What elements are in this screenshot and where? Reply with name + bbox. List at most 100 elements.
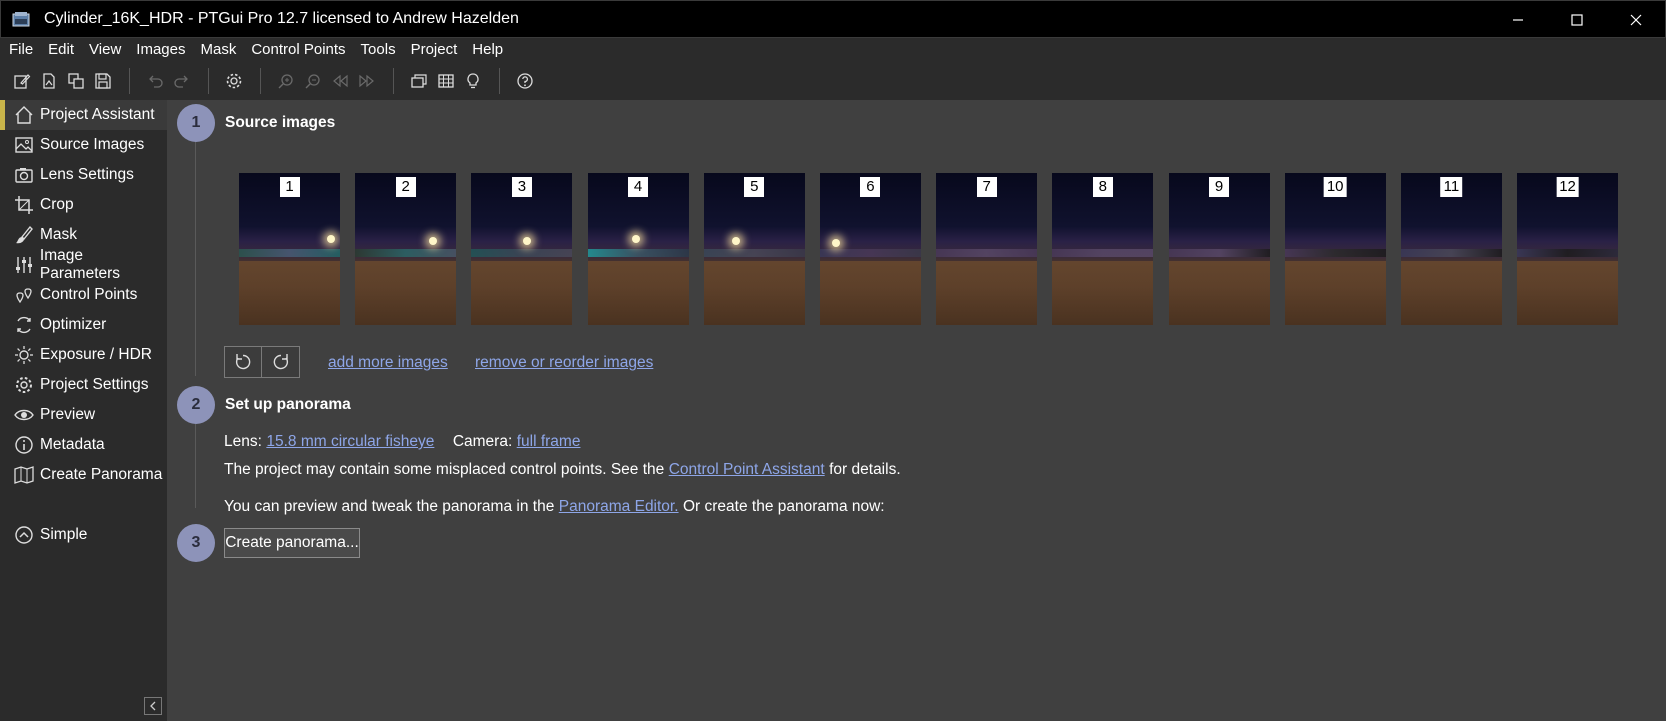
camera-label: Camera:: [452, 433, 513, 450]
menu-control-points[interactable]: Control Points: [251, 38, 345, 62]
create-panorama-button[interactable]: Create panorama...: [224, 528, 360, 558]
menu-project[interactable]: Project: [411, 38, 458, 62]
remove-reorder-images-link[interactable]: remove or reorder images: [475, 354, 653, 372]
add-more-images-link[interactable]: add more images: [328, 354, 448, 372]
sidebar-item-mask[interactable]: Mask: [0, 220, 167, 250]
pe-message-text: You can preview and tweak the panorama i…: [224, 498, 555, 515]
undo-button[interactable]: [142, 68, 168, 94]
menu-mask[interactable]: Mask: [200, 38, 236, 62]
settings-button[interactable]: [221, 68, 247, 94]
image-number: 2: [395, 177, 416, 197]
lens-link[interactable]: 15.8 mm circular fisheye: [266, 433, 434, 450]
thumbnail-light: [327, 235, 335, 243]
sidebar-item-label: Simple: [40, 526, 88, 543]
thumbnail-ground: [239, 261, 340, 325]
step-3-marker: 3: [177, 524, 215, 562]
new-project-button[interactable]: [9, 68, 35, 94]
zoom-out-button[interactable]: [300, 68, 326, 94]
zoom-in-icon: [278, 74, 293, 89]
sidebar-item-label: Crop: [40, 196, 74, 213]
sidebar-item-lens-settings[interactable]: Lens Settings: [0, 160, 167, 190]
menu-view[interactable]: View: [89, 38, 121, 62]
sidebar-item-crop[interactable]: Crop: [0, 190, 167, 220]
close-button[interactable]: [1606, 1, 1665, 39]
maximize-icon: [1570, 14, 1583, 26]
previous-button[interactable]: [327, 68, 353, 94]
thumbnail-light: [523, 237, 532, 245]
brush-icon: [13, 225, 35, 245]
rotate-right-button[interactable]: [262, 346, 300, 378]
panorama-editor-link[interactable]: Panorama Editor.: [559, 498, 679, 515]
new-project-icon: [14, 74, 31, 89]
sliders-icon: [13, 255, 35, 275]
image-number: 6: [860, 177, 881, 197]
thumbnail-ground: [1400, 261, 1502, 325]
menu-edit[interactable]: Edit: [48, 38, 74, 62]
redo-button[interactable]: [169, 68, 195, 94]
cp-message-suffix: for details.: [829, 461, 901, 478]
close-icon: [1630, 14, 1641, 26]
image-thumbnail[interactable]: 4: [587, 173, 689, 325]
zoom-in-button[interactable]: [273, 68, 299, 94]
help-icon: [517, 73, 533, 89]
image-thumbnail[interactable]: 2: [355, 173, 457, 325]
control-point-assistant-link[interactable]: Control Point Assistant: [669, 461, 825, 478]
sidebar-item-label: Source Images: [40, 136, 145, 153]
thumbnail-light: [429, 237, 438, 245]
rotate-button-group: [224, 346, 300, 378]
image-thumbnail[interactable]: 9: [1168, 173, 1270, 325]
sidebar-item-metadata[interactable]: Metadata: [0, 430, 167, 460]
duplicate-icon: [68, 73, 84, 89]
maximize-button[interactable]: [1547, 1, 1606, 39]
sidebar-item-optimizer[interactable]: Optimizer: [0, 310, 167, 340]
image-thumbnail[interactable]: 8: [1052, 173, 1154, 325]
thumbnail-ground: [1168, 261, 1270, 325]
sidebar-item-project-settings[interactable]: Project Settings: [0, 370, 167, 400]
sidebar-item-image-parameters[interactable]: Image Parameters: [0, 247, 167, 282]
panorama-editor-message: You can preview and tweak the panorama i…: [224, 498, 885, 516]
save-button[interactable]: [90, 68, 116, 94]
sidebar-item-simple[interactable]: Simple: [0, 520, 167, 550]
image-number: 3: [511, 177, 532, 197]
open-button[interactable]: [36, 68, 62, 94]
menu-help[interactable]: Help: [472, 38, 503, 62]
sidebar-item-control-points[interactable]: Control Points: [0, 280, 167, 310]
sidebar-item-project-assistant[interactable]: Project Assistant: [0, 100, 167, 130]
image-thumbnail[interactable]: 11: [1400, 173, 1502, 325]
duplicate-button[interactable]: [63, 68, 89, 94]
chevron-up-circle-icon: [13, 525, 35, 545]
image-thumbnail[interactable]: 6: [819, 173, 921, 325]
collapse-sidebar-button[interactable]: [144, 697, 162, 715]
image-thumbnail[interactable]: 7: [936, 173, 1038, 325]
image-thumbnail[interactable]: 3: [471, 173, 573, 325]
image-number: 8: [1092, 177, 1113, 197]
next-button[interactable]: [354, 68, 380, 94]
redo-icon: [174, 75, 188, 88]
image-thumbnail[interactable]: 12: [1517, 173, 1619, 325]
sidebar-item-preview[interactable]: Preview: [0, 400, 167, 430]
step-1-marker: 1: [177, 104, 215, 142]
image-thumbnail[interactable]: 10: [1284, 173, 1386, 325]
menu-images[interactable]: Images: [136, 38, 185, 62]
step-connector: [195, 140, 196, 376]
gear-icon: [13, 375, 35, 395]
toolbar-separator: [499, 68, 500, 94]
sidebar-item-label: Preview: [40, 406, 96, 423]
rotate-left-button[interactable]: [224, 346, 262, 378]
lightbulb-button[interactable]: [460, 68, 486, 94]
sidebar-item-source-images[interactable]: Source Images: [0, 130, 167, 160]
help-button[interactable]: [512, 68, 538, 94]
image-thumbnail[interactable]: 5: [703, 173, 805, 325]
sidebar-item-exposure-hdr[interactable]: Exposure / HDR: [0, 340, 167, 370]
image-thumbnail[interactable]: 1: [239, 173, 340, 325]
sidebar-item-create-panorama[interactable]: Create Panorama: [0, 460, 167, 490]
step-2-title: Set up panorama: [225, 396, 351, 413]
panorama-editor-button[interactable]: [406, 68, 432, 94]
image-number: 7: [976, 177, 997, 197]
menu-file[interactable]: File: [9, 38, 33, 62]
minimize-button[interactable]: [1488, 1, 1547, 39]
camera-link[interactable]: full frame: [517, 433, 581, 450]
sidebar-item-label: Optimizer: [40, 316, 107, 333]
menu-tools[interactable]: Tools: [361, 38, 396, 62]
table-button[interactable]: [433, 68, 459, 94]
